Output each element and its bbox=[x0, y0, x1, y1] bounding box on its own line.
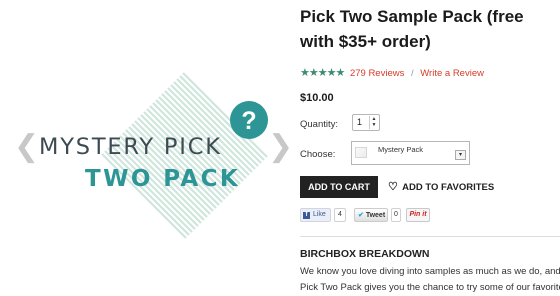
mystery-pick-text: MYSTERY PICK bbox=[39, 134, 222, 160]
tweet-label: Tweet bbox=[365, 212, 386, 219]
tweet-button[interactable]: ✔ Tweet bbox=[354, 208, 388, 222]
tweet-count: 0 bbox=[391, 208, 401, 222]
option-thumbnail bbox=[355, 147, 367, 158]
quantity-stepper[interactable]: 1 ▲ ▼ bbox=[352, 114, 380, 131]
facebook-icon: f bbox=[303, 212, 310, 219]
like-count: 4 bbox=[334, 208, 346, 222]
heart-icon: ♡ bbox=[388, 181, 398, 193]
add-to-favorites-button[interactable]: ♡ ADD TO FAVORITES bbox=[388, 180, 494, 193]
choose-selected-option: Mystery Pack bbox=[378, 145, 424, 154]
reviews-link[interactable]: 279 Reviews bbox=[350, 68, 404, 79]
question-mark: ? bbox=[241, 107, 256, 135]
quantity-spin[interactable]: ▲ ▼ bbox=[369, 116, 378, 129]
product-title: Pick Two Sample Pack (free with $35+ ord… bbox=[300, 7, 524, 51]
pin-it-button[interactable]: Pin it bbox=[406, 208, 430, 222]
quantity-value: 1 bbox=[357, 117, 363, 127]
twitter-icon: ✔ bbox=[358, 212, 364, 219]
quantity-label: Quantity: bbox=[300, 119, 339, 130]
like-label: Like bbox=[312, 211, 326, 218]
write-review-link[interactable]: Write a Review bbox=[420, 68, 484, 79]
rating-separator: / bbox=[410, 68, 414, 79]
prev-image-arrow[interactable]: ❮ bbox=[14, 132, 39, 162]
spin-down-icon[interactable]: ▼ bbox=[372, 122, 377, 128]
product-image: ? MYSTERY PICK TWO PACK bbox=[39, 72, 268, 240]
rating-stars: ★★★★★ bbox=[300, 67, 345, 79]
choose-label: Choose: bbox=[300, 149, 336, 160]
description-line: Pick Two Pack gives you the chance to tr… bbox=[300, 282, 560, 293]
product-gallery: ? MYSTERY PICK TWO PACK ❮ ❯ bbox=[0, 0, 293, 292]
price: $10.00 bbox=[300, 92, 334, 104]
description-line: We know you love diving into samples as … bbox=[300, 266, 560, 277]
favorites-label: ADD TO FAVORITES bbox=[402, 182, 495, 193]
next-image-arrow[interactable]: ❯ bbox=[268, 132, 293, 162]
dropdown-arrow-icon[interactable]: ▾ bbox=[455, 150, 466, 160]
facebook-like-button[interactable]: f Like bbox=[300, 208, 331, 222]
add-to-cart-button[interactable]: ADD TO CART bbox=[300, 176, 378, 198]
section-divider bbox=[300, 236, 560, 237]
rating-row: ★★★★★ 279 Reviews / Write a Review bbox=[300, 66, 484, 79]
breakdown-title: BIRCHBOX BREAKDOWN bbox=[300, 248, 430, 260]
two-pack-text: TWO PACK bbox=[85, 166, 240, 192]
choose-select[interactable]: Mystery Pack ▾ bbox=[351, 141, 470, 165]
breakdown-description: We know you love diving into samples as … bbox=[300, 264, 560, 296]
